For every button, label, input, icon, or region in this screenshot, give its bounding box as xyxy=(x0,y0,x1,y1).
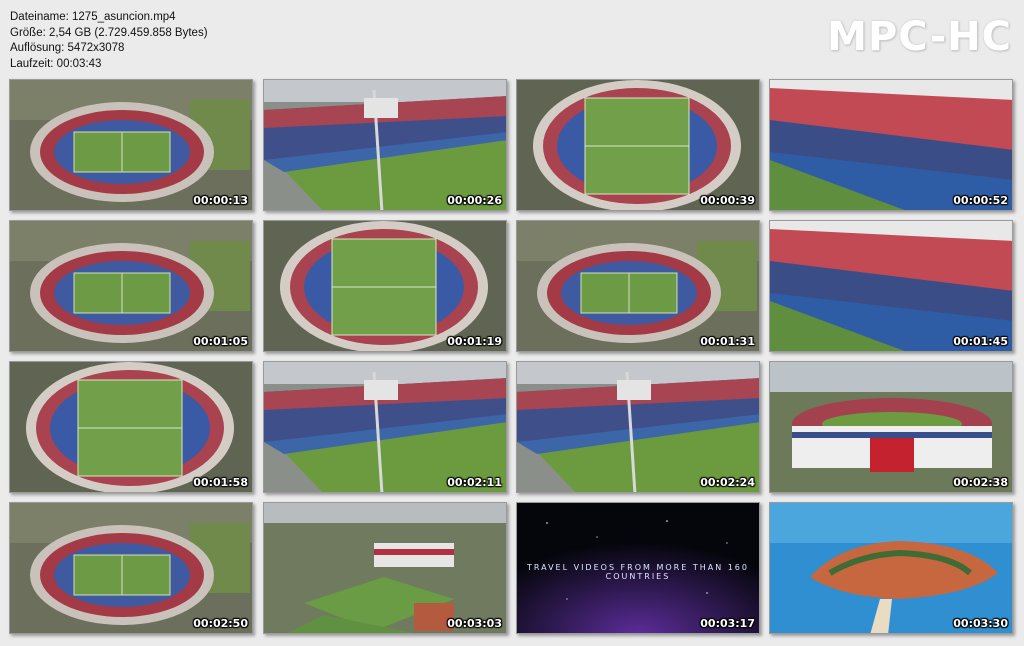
thumbnail-image xyxy=(264,362,506,492)
thumbnail-frame: 00:01:45 xyxy=(769,220,1013,352)
thumbnail-image xyxy=(770,80,1012,210)
thumbnail-timestamp: 00:03:17 xyxy=(700,617,755,630)
file-duration: Laufzeit: 00:03:43 xyxy=(10,57,102,70)
thumbnail-frame: 00:00:13 xyxy=(9,79,253,211)
thumbnail-image xyxy=(10,80,252,210)
thumbnail-timestamp: 00:02:50 xyxy=(193,617,248,630)
thumbnail-grid: 00:00:13 00:00:26 00:00:39 00:00:52 00:01:05… xyxy=(9,79,1013,637)
thumbnail-image xyxy=(517,362,759,492)
thumbnail-image xyxy=(10,362,252,492)
thumbnail-timestamp: 00:02:11 xyxy=(447,476,502,489)
thumbnail-frame: 00:03:30 xyxy=(769,502,1013,634)
thumbnail-frame: 00:01:58 xyxy=(9,361,253,493)
thumbnail-timestamp: 00:03:03 xyxy=(447,617,502,630)
thumbnail-frame: 00:01:05 xyxy=(9,220,253,352)
thumbnail-image xyxy=(517,221,759,351)
thumbnail-timestamp: 00:01:05 xyxy=(193,335,248,348)
thumbnail-frame: 00:02:50 xyxy=(9,502,253,634)
thumbnail-image xyxy=(770,362,1012,492)
thumbnail-caption: TRAVEL VIDEOS FROM MORE THAN 160 COUNTRI… xyxy=(526,563,749,581)
thumbnail-image xyxy=(770,503,1012,633)
thumbnail-frame: 00:03:03 xyxy=(263,502,507,634)
thumbnail-frame: 00:01:31 xyxy=(516,220,760,352)
thumbnail-timestamp: 00:00:52 xyxy=(953,194,1008,207)
thumbnail-frame: 00:00:39 xyxy=(516,79,760,211)
thumbnail-timestamp: 00:03:30 xyxy=(953,617,1008,630)
thumbnail-image xyxy=(770,221,1012,351)
thumbnail-timestamp: 00:01:31 xyxy=(700,335,755,348)
file-resolution: Auflösung: 5472x3078 xyxy=(10,42,125,54)
thumbnail-timestamp: 00:01:45 xyxy=(953,335,1008,348)
file-size: Größe: 2,54 GB (2.729.459.858 Bytes) xyxy=(10,26,208,39)
file-info: Dateiname: 1275_asuncion.mp4 Größe: 2,54… xyxy=(10,10,208,72)
file-name: Dateiname: 1275_asuncion.mp4 xyxy=(10,11,176,23)
thumbnail-image xyxy=(264,221,506,351)
thumbnail-frame: 00:02:38 xyxy=(769,361,1013,493)
thumbnail-timestamp: 00:01:58 xyxy=(193,476,248,489)
thumbnail-frame: 00:00:52 xyxy=(769,79,1013,211)
thumbnail-image xyxy=(264,503,506,633)
thumbnail-image xyxy=(264,80,506,210)
thumbnail-timestamp: 00:01:19 xyxy=(447,335,502,348)
thumbnail-frame: 00:02:24 xyxy=(516,361,760,493)
brand-logo: MPC-HC xyxy=(827,14,1012,60)
thumbnail-image xyxy=(10,221,252,351)
thumbnail-image xyxy=(517,80,759,210)
thumbnail-frame: 00:02:11 xyxy=(263,361,507,493)
thumbnail-frame: TRAVEL VIDEOS FROM MORE THAN 160 COUNTRI… xyxy=(516,502,760,634)
thumbnail-timestamp: 00:02:38 xyxy=(953,476,1008,489)
thumbnail-image xyxy=(10,503,252,633)
thumbnail-timestamp: 00:00:13 xyxy=(193,194,248,207)
thumbnail-timestamp: 00:00:39 xyxy=(700,194,755,207)
thumbnail-timestamp: 00:02:24 xyxy=(700,476,755,489)
thumbnail-frame: 00:01:19 xyxy=(263,220,507,352)
thumbnail-timestamp: 00:00:26 xyxy=(447,194,502,207)
thumbnail-frame: 00:00:26 xyxy=(263,79,507,211)
